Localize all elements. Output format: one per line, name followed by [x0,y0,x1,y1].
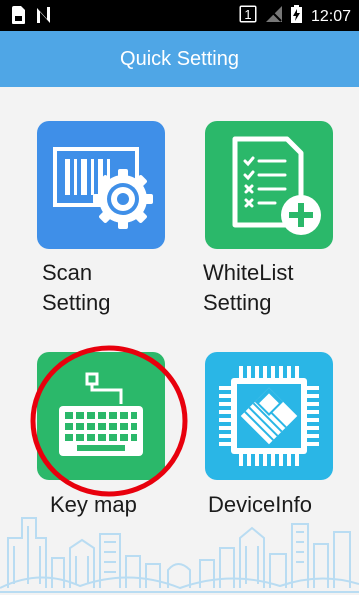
device-info-tile[interactable] [205,352,333,480]
scan-setting-label: Scan Setting [42,260,111,315]
clock: 12:07 [310,7,351,25]
annotation-circle [30,345,188,497]
status-bar: 1 12:07 [0,0,359,31]
whitelist-setting-label: WhiteList Setting [203,260,294,315]
page-title: Quick Setting [120,48,239,70]
svg-text:1: 1 [244,7,251,22]
app-bar: Quick Setting [0,31,359,87]
battery-charging-icon [290,5,302,28]
barcode-gear-icon [53,147,153,229]
no-signal-icon [265,6,282,27]
sim-badge-icon: 1 [239,5,257,28]
scan-setting-tile[interactable] [37,121,165,249]
chip-icon [219,366,319,466]
checklist-add-icon [232,136,321,235]
device-info-label: DeviceInfo [208,492,312,517]
nfc-icon [35,7,51,28]
whitelist-setting-tile[interactable] [205,121,333,249]
sim-card-icon [12,6,25,29]
